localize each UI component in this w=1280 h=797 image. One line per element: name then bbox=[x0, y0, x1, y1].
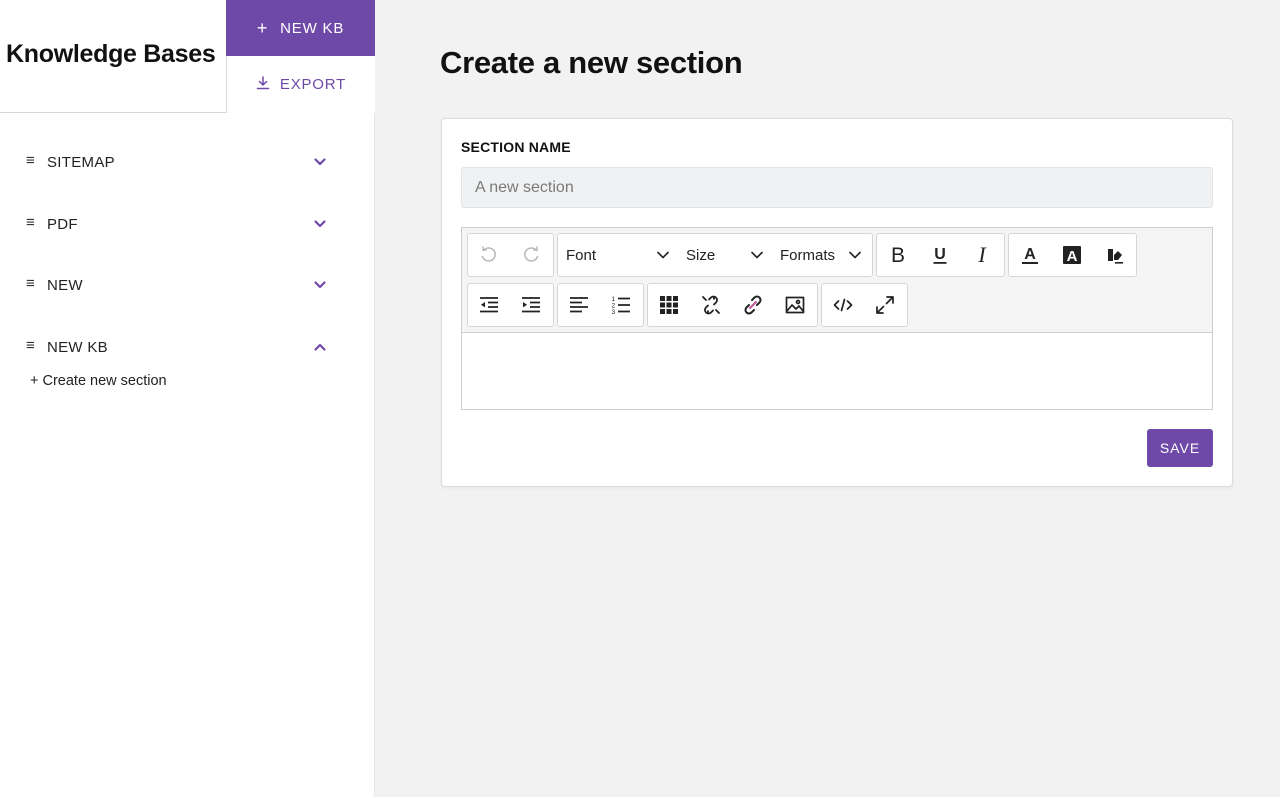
unlink-icon bbox=[702, 295, 720, 315]
export-button[interactable]: EXPORT bbox=[226, 56, 375, 113]
chevron-down-icon[interactable] bbox=[312, 277, 328, 293]
ordered-list-icon: 123 bbox=[612, 296, 630, 316]
page-title: Create a new section bbox=[440, 45, 743, 80]
align-left-icon bbox=[570, 297, 588, 313]
redo-button[interactable] bbox=[510, 234, 552, 276]
table-icon bbox=[660, 296, 678, 314]
new-kb-label: NEW KB bbox=[280, 19, 345, 37]
fullscreen-icon bbox=[876, 296, 894, 314]
chevron-down-icon bbox=[751, 251, 763, 259]
source-code-button[interactable] bbox=[822, 284, 864, 326]
svg-text:I: I bbox=[977, 244, 987, 266]
section-name-input[interactable] bbox=[461, 167, 1213, 208]
font-dropdown[interactable]: Font bbox=[558, 234, 678, 276]
chevron-down-icon[interactable] bbox=[312, 216, 328, 232]
insert-group bbox=[647, 283, 818, 327]
history-group bbox=[467, 233, 554, 277]
outdent-button[interactable] bbox=[468, 284, 510, 326]
formats-dropdown[interactable]: Formats bbox=[772, 234, 870, 276]
chevron-up-icon[interactable] bbox=[312, 339, 328, 355]
kb-item-new-kb[interactable]: ≡ NEW KB bbox=[0, 317, 375, 379]
svg-text:A: A bbox=[1024, 246, 1036, 263]
text-style-group: Font Size Formats bbox=[557, 233, 873, 277]
drag-handle-icon[interactable]: ≡ bbox=[26, 214, 35, 231]
indent-group bbox=[467, 283, 554, 327]
bold-button[interactable]: B bbox=[877, 234, 919, 276]
color-group: A A bbox=[1008, 233, 1137, 277]
italic-icon: I bbox=[977, 244, 987, 266]
export-label: EXPORT bbox=[279, 76, 347, 93]
kb-item-pdf[interactable]: ≡ PDF bbox=[0, 194, 375, 256]
table-button[interactable] bbox=[648, 284, 690, 326]
drag-handle-icon[interactable]: ≡ bbox=[26, 152, 35, 169]
drag-handle-icon[interactable]: ≡ bbox=[26, 337, 35, 354]
undo-button[interactable] bbox=[468, 234, 510, 276]
image-button[interactable] bbox=[774, 284, 816, 326]
view-group bbox=[821, 283, 908, 327]
background-color-icon: A bbox=[1063, 246, 1081, 265]
link-icon bbox=[744, 295, 762, 315]
font-dropdown-label: Font bbox=[566, 246, 597, 264]
align-button[interactable] bbox=[558, 284, 600, 326]
create-new-section-link[interactable]: + Create new section bbox=[30, 373, 167, 389]
redo-icon bbox=[524, 246, 539, 262]
sidebar-title: Knowledge Bases bbox=[6, 40, 216, 68]
chevron-down-icon bbox=[849, 251, 861, 259]
save-button[interactable]: SAVE bbox=[1147, 429, 1213, 467]
editor-toolbar: Font Size Formats B U I A A 1 2 3 bbox=[462, 228, 1212, 333]
link-button[interactable] bbox=[732, 284, 774, 326]
code-icon bbox=[833, 298, 853, 312]
indent-button[interactable] bbox=[510, 284, 552, 326]
background-color-button[interactable]: A bbox=[1051, 234, 1093, 276]
kb-item-label: NEW KB bbox=[47, 338, 108, 356]
eraser-icon bbox=[1108, 249, 1123, 264]
section-name-label: SECTION NAME bbox=[461, 139, 571, 155]
undo-icon bbox=[481, 246, 496, 262]
italic-button[interactable]: I bbox=[961, 234, 1003, 276]
kb-item-label: PDF bbox=[47, 215, 78, 233]
svg-text:A: A bbox=[1067, 248, 1078, 265]
indent-icon bbox=[522, 297, 540, 313]
fullscreen-button[interactable] bbox=[864, 284, 906, 326]
sidebar-header: Knowledge Bases + NEW KB EXPORT bbox=[0, 0, 375, 113]
text-color-button[interactable]: A bbox=[1009, 234, 1051, 276]
download-icon bbox=[256, 75, 270, 94]
drag-handle-icon[interactable]: ≡ bbox=[26, 275, 35, 292]
chevron-down-icon bbox=[657, 251, 669, 259]
ordered-list-button[interactable]: 123 bbox=[600, 284, 642, 326]
underline-button[interactable]: U bbox=[919, 234, 961, 276]
editor-content-area[interactable] bbox=[462, 334, 1212, 409]
svg-text:3: 3 bbox=[612, 309, 616, 316]
text-color-icon: A bbox=[1022, 246, 1038, 264]
kb-item-sitemap[interactable]: ≡ SITEMAP bbox=[0, 132, 375, 194]
size-dropdown-label: Size bbox=[686, 246, 716, 264]
formats-dropdown-label: Formats bbox=[780, 246, 836, 264]
image-icon bbox=[785, 296, 805, 314]
rich-text-editor: Font Size Formats B U I A A 1 2 3 bbox=[461, 227, 1213, 410]
new-kb-button[interactable]: + NEW KB bbox=[226, 0, 375, 56]
clear-formatting-button[interactable] bbox=[1093, 234, 1135, 276]
svg-text:B: B bbox=[891, 244, 905, 266]
kb-item-label: NEW bbox=[47, 277, 83, 294]
chevron-down-icon[interactable] bbox=[312, 154, 328, 170]
bold-icon: B bbox=[891, 244, 905, 266]
plus-icon: + bbox=[256, 18, 269, 38]
emphasis-group: B U I bbox=[876, 233, 1005, 277]
sidebar: Knowledge Bases + NEW KB EXPORT ≡ SITEMA… bbox=[0, 0, 375, 797]
section-form-card: SECTION NAME Font Size bbox=[441, 118, 1233, 487]
kb-item-new[interactable]: ≡ NEW bbox=[0, 255, 375, 317]
kb-list: ≡ SITEMAP ≡ PDF ≡ NEW ≡ NEW KB bbox=[0, 132, 375, 378]
paragraph-group: 123 bbox=[557, 283, 644, 327]
underline-icon: U bbox=[933, 246, 947, 264]
kb-item-label: SITEMAP bbox=[47, 154, 115, 171]
outdent-icon bbox=[480, 297, 498, 313]
svg-text:U: U bbox=[934, 246, 946, 263]
unlink-button[interactable] bbox=[690, 284, 732, 326]
size-dropdown[interactable]: Size bbox=[678, 234, 772, 276]
